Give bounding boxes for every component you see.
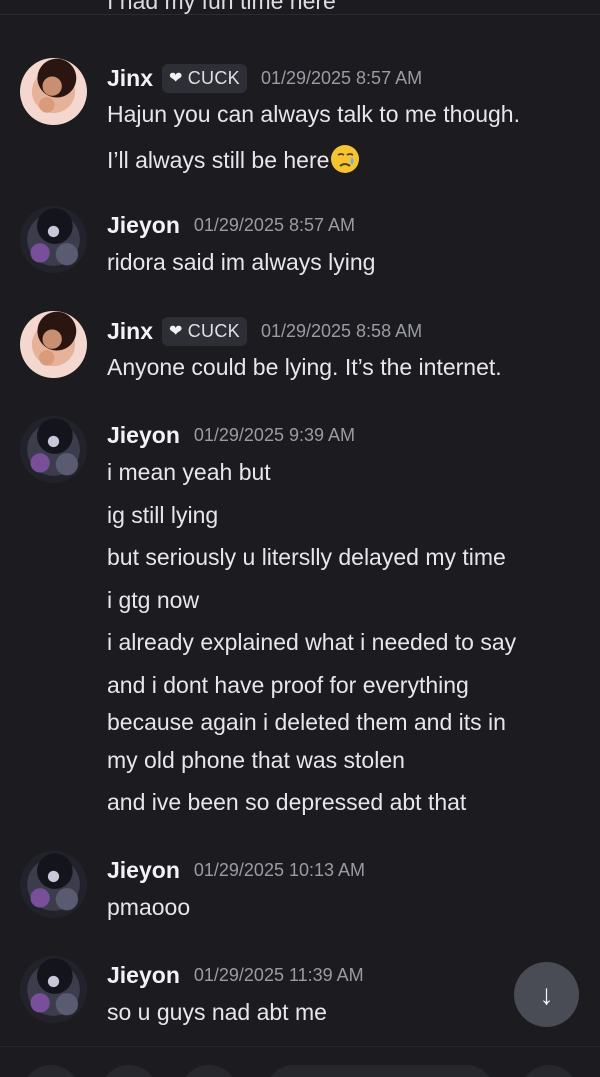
message-text: so u guys nad abt me xyxy=(107,999,327,1025)
message-group[interactable]: Jieyon 01/29/2025 11:39 AM so u guys nad… xyxy=(0,956,600,1036)
message-group[interactable]: Jieyon 01/29/2025 10:13 AM pmaooo xyxy=(0,851,600,931)
crying-face-emoji xyxy=(329,143,361,175)
avatar[interactable] xyxy=(20,311,87,378)
username[interactable]: Jieyon xyxy=(107,422,180,449)
message-text: ridora said im always lying xyxy=(107,249,376,275)
role-tag[interactable]: ❤ CUCK xyxy=(162,317,247,346)
message-input[interactable] xyxy=(265,1065,495,1077)
avatar[interactable] xyxy=(20,851,87,918)
top-divider xyxy=(0,14,600,15)
timestamp: 01/29/2025 8:58 AM xyxy=(260,321,423,341)
message-group[interactable]: Jieyon 01/29/2025 9:39 AM i mean yeah bu… xyxy=(0,416,600,826)
jump-to-bottom-button[interactable]: ↓ xyxy=(514,962,579,1027)
message-text: i already explained what i needed to say xyxy=(107,629,517,655)
apps-button[interactable] xyxy=(100,1065,158,1077)
message-text: i gtg now xyxy=(107,587,200,613)
username[interactable]: Jieyon xyxy=(107,962,180,989)
message-text-with-emoji: I’ll always still be here xyxy=(107,143,361,175)
role-tag-label: CUCK xyxy=(187,68,240,88)
attach-button[interactable] xyxy=(22,1065,80,1077)
heart-icon: ❤ xyxy=(169,69,183,87)
avatar[interactable] xyxy=(20,416,87,483)
message-text: Anyone could be lying. It’s the internet… xyxy=(107,354,502,380)
timestamp: 01/29/2025 8:57 AM xyxy=(260,68,423,88)
message-group[interactable]: Jinx ❤ CUCK 01/29/2025 8:57 AM Hajun you… xyxy=(0,58,600,188)
username[interactable]: Jieyon xyxy=(107,857,180,884)
message-text: pmaooo xyxy=(107,894,191,920)
message-text: i mean yeah but xyxy=(107,459,271,485)
chat-screen: I had my fun time here Jinx ❤ CUCK 01/29… xyxy=(0,0,600,1077)
gift-button[interactable] xyxy=(180,1065,238,1077)
timestamp: 01/29/2025 8:57 AM xyxy=(193,215,356,235)
message-text: and i dont have proof for everything xyxy=(107,672,469,698)
username[interactable]: Jinx xyxy=(107,318,153,345)
message-text: but seriously u literslly delayed my tim… xyxy=(107,544,506,570)
avatar[interactable] xyxy=(20,58,87,125)
message-text: because again i deleted them and its in xyxy=(107,709,506,735)
message-text: and ive been so depressed abt that xyxy=(107,789,467,815)
message-group[interactable]: Jinx ❤ CUCK 01/29/2025 8:58 AM Anyone co… xyxy=(0,311,600,391)
role-tag[interactable]: ❤ CUCK xyxy=(162,64,247,93)
heart-icon: ❤ xyxy=(169,322,183,340)
avatar[interactable] xyxy=(20,956,87,1023)
cutoff-message-line: I had my fun time here xyxy=(107,0,336,14)
timestamp: 01/29/2025 10:13 AM xyxy=(193,860,366,880)
message-text: my old phone that was stolen xyxy=(107,747,405,773)
username[interactable]: Jinx xyxy=(107,65,153,92)
message-group[interactable]: Jieyon 01/29/2025 8:57 AM ridora said im… xyxy=(0,206,600,286)
message-text: I’ll always still be here xyxy=(107,147,330,173)
avatar[interactable] xyxy=(20,206,87,273)
message-text: Hajun you can always talk to me though. xyxy=(107,101,520,127)
timestamp: 01/29/2025 11:39 AM xyxy=(193,965,364,985)
bottom-toolbar xyxy=(0,1046,600,1077)
message-text: ig still lying xyxy=(107,502,219,528)
voice-button[interactable] xyxy=(520,1065,578,1077)
role-tag-label: CUCK xyxy=(187,321,240,341)
username[interactable]: Jieyon xyxy=(107,212,180,239)
arrow-down-icon: ↓ xyxy=(539,978,554,1010)
timestamp: 01/29/2025 9:39 AM xyxy=(193,425,356,445)
